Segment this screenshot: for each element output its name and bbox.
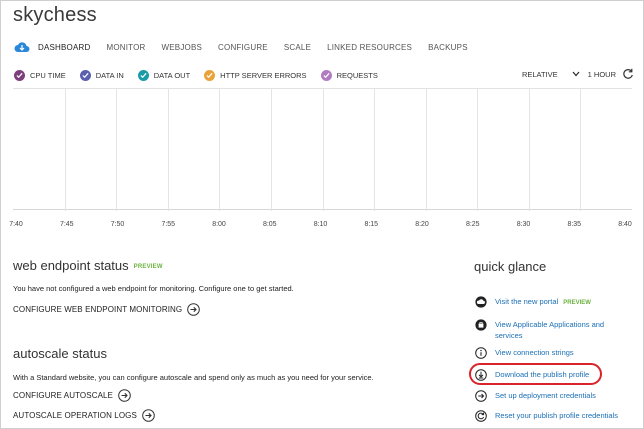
app-title: skychess (13, 4, 97, 26)
check-icon (14, 70, 25, 81)
chart-controls: RELATIVE 1 HOUR (522, 68, 634, 80)
autoscale-logs-label: AUTOSCALE OPERATION LOGS (13, 411, 137, 420)
nav-bar: DASHBOARD MONITOR WEBJOBS CONFIGURE SCAL… (14, 40, 484, 54)
autoscale-heading: autoscale status (13, 346, 107, 361)
metric-label: DATA IN (95, 71, 124, 80)
web-endpoint-title: web endpoint status (13, 258, 129, 273)
check-icon (204, 70, 216, 81)
metric-cpu-time[interactable]: CPU TIME (14, 70, 66, 81)
autoscale-text: With a Standard website, you can configu… (13, 373, 374, 382)
reset-icon (475, 410, 487, 422)
highlight-annotation (469, 363, 602, 385)
tab-backups[interactable]: BACKUPS (428, 43, 468, 52)
info-icon (475, 347, 487, 359)
visit-new-portal-link[interactable]: Visit the new portal PREVIEW (475, 296, 591, 309)
metric-label: CPU TIME (30, 71, 66, 80)
relative-toggle[interactable]: RELATIVE (522, 70, 558, 79)
chevron-down-icon[interactable] (572, 71, 580, 77)
metric-http-server-errors[interactable]: HTTP SERVER ERRORS (204, 70, 307, 81)
x-tick-label: 8:05 (262, 221, 277, 228)
reset-publish-profile-credentials-label: Reset your publish profile credentials (495, 411, 618, 420)
x-tick-label: 8:35 (567, 221, 582, 228)
x-tick-label: 8:25 (465, 221, 480, 228)
preview-badge: PREVIEW (563, 300, 591, 306)
autoscale-logs-button[interactable]: AUTOSCALE OPERATION LOGS (13, 409, 155, 422)
x-tick-label: 8:15 (364, 221, 379, 228)
refresh-icon[interactable] (622, 68, 634, 80)
tab-monitor[interactable]: MONITOR (106, 43, 145, 52)
bag-icon (475, 319, 487, 331)
arrow-right-circle-icon (118, 389, 131, 402)
metric-label: HTTP SERVER ERRORS (220, 71, 307, 80)
configure-autoscale-button[interactable]: CONFIGURE AUTOSCALE (13, 389, 131, 402)
preview-badge: PREVIEW (133, 263, 163, 270)
view-applicable-apps-link[interactable]: View Applicable Applications and service… (475, 319, 630, 341)
metric-label: DATA OUT (153, 71, 191, 80)
chart-x-axis: 7:40 7:45 7:50 7:55 8:00 8:05 8:10 8:15 8:20 8:25… (0, 221, 644, 233)
setup-deployment-credentials-label: Set up deployment credentials (495, 391, 596, 400)
chart-grid (65, 89, 581, 211)
web-endpoint-heading: web endpoint status PREVIEW (13, 258, 163, 273)
check-icon (79, 70, 91, 81)
x-tick-label: 8:40 (618, 221, 632, 228)
tab-configure[interactable]: CONFIGURE (218, 43, 268, 52)
metric-data-out[interactable]: DATA OUT (137, 70, 191, 81)
tab-scale[interactable]: SCALE (284, 43, 311, 52)
tab-dashboard[interactable]: DASHBOARD (38, 43, 90, 52)
metrics-legend: CPU TIME DATA IN DATA OUT HTTP SERVER ER… (14, 70, 392, 81)
check-icon (137, 70, 149, 81)
arrow-circle-icon (475, 390, 487, 402)
view-connection-strings-label: View connection strings (495, 348, 574, 357)
configure-autoscale-label: CONFIGURE AUTOSCALE (13, 391, 113, 400)
metric-requests[interactable]: REQUESTS (320, 70, 378, 81)
view-connection-strings-link[interactable]: View connection strings (475, 347, 574, 359)
visit-new-portal-label: Visit the new portal (495, 297, 559, 306)
arrow-right-circle-icon (187, 303, 201, 316)
check-icon (320, 70, 332, 81)
configure-web-endpoint-button[interactable]: CONFIGURE WEB ENDPOINT MONITORING (13, 303, 201, 316)
cloud-icon (14, 42, 30, 52)
reset-publish-profile-credentials-link[interactable]: Reset your publish profile credentials (475, 410, 618, 422)
x-tick-label: 8:30 (516, 221, 531, 228)
metric-label: REQUESTS (336, 71, 378, 80)
quick-glance-heading: quick glance (474, 259, 547, 274)
x-tick-label: 7:45 (59, 221, 74, 228)
metrics-chart (13, 88, 632, 211)
metric-data-in[interactable]: DATA IN (79, 70, 124, 81)
x-tick-label: 8:10 (313, 221, 328, 228)
x-tick-label: 7:50 (110, 221, 125, 228)
setup-deployment-credentials-link[interactable]: Set up deployment credentials (475, 390, 596, 402)
configure-web-endpoint-label: CONFIGURE WEB ENDPOINT MONITORING (13, 305, 183, 314)
tab-linked-resources[interactable]: LINKED RESOURCES (327, 43, 412, 52)
time-range-select[interactable]: 1 HOUR (588, 70, 616, 79)
x-tick-label: 8:20 (415, 221, 429, 228)
arrow-right-circle-icon (142, 409, 155, 422)
x-tick-label: 7:40 (9, 221, 23, 228)
tab-webjobs[interactable]: WEBJOBS (162, 43, 203, 52)
view-applicable-apps-label: View Applicable Applications and service… (495, 320, 605, 340)
web-endpoint-text: You have not configured a web endpoint f… (13, 284, 294, 293)
x-tick-label: 8:00 (212, 221, 226, 228)
cloud-icon (475, 296, 487, 308)
x-tick-label: 7:55 (161, 221, 176, 228)
